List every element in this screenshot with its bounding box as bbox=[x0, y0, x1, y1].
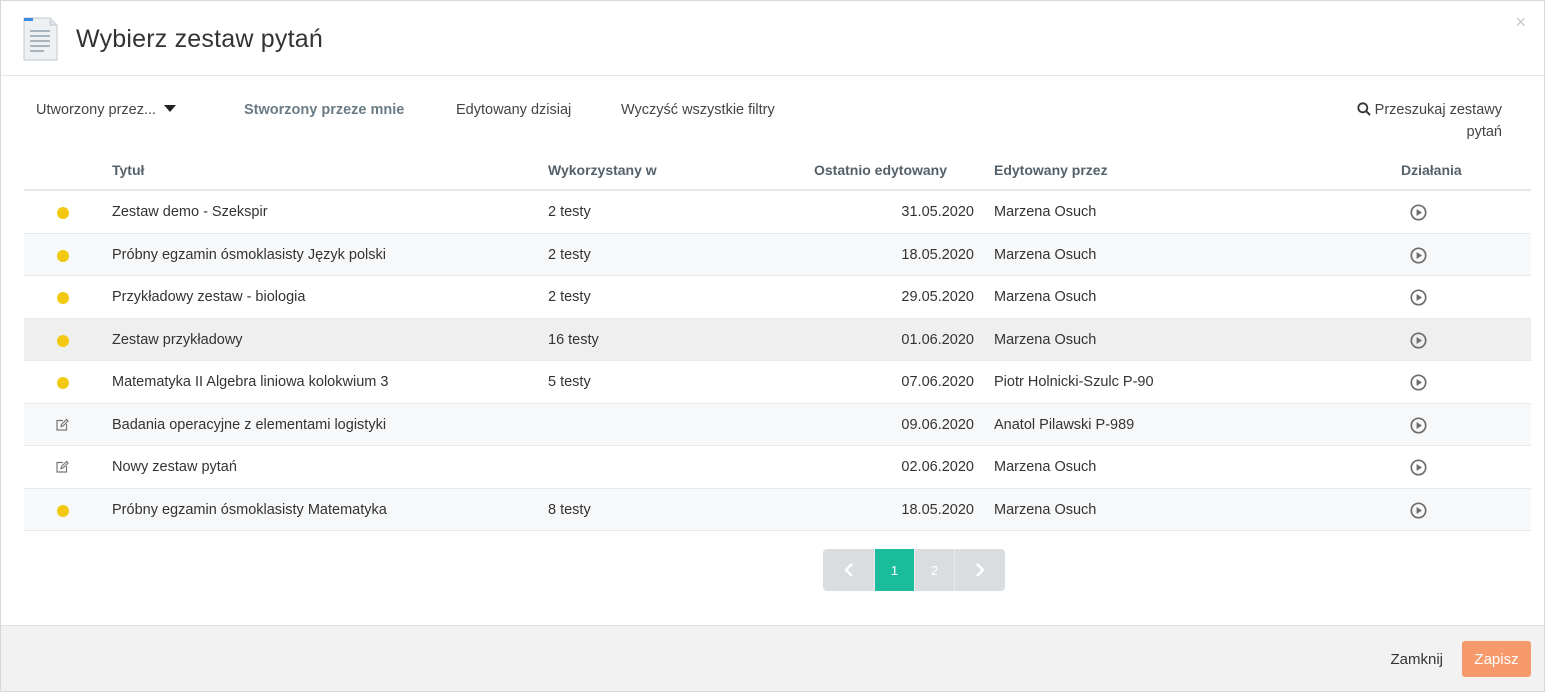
status-published-dot bbox=[57, 292, 69, 304]
created-by-dropdown[interactable]: Utworzony przez... bbox=[36, 102, 177, 118]
edit-icon bbox=[56, 418, 69, 431]
column-header-used-in[interactable]: Wykorzystany w bbox=[548, 162, 657, 178]
dialog-header: Wybierz zestaw pytań × bbox=[1, 1, 1544, 76]
row-used-in: 2 testy bbox=[548, 289, 591, 305]
row-last-edited: 18.05.2020 bbox=[901, 501, 974, 518]
row-used-in: 16 testy bbox=[548, 331, 599, 348]
pagination: 1 2 bbox=[823, 549, 1005, 591]
row-used-in: 2 testy bbox=[548, 246, 591, 263]
column-header-last-edited[interactable]: Ostatnio edytowany bbox=[814, 162, 947, 178]
row-used-in: 8 testy bbox=[548, 501, 591, 518]
row-used-in: 5 testy bbox=[548, 374, 591, 390]
row-last-edited: 02.06.2020 bbox=[901, 459, 974, 475]
play-circle-icon[interactable] bbox=[1410, 501, 1427, 519]
created-by-dropdown-label: Utworzony przez... bbox=[36, 102, 157, 118]
row-title: Zestaw przykładowy bbox=[112, 331, 243, 348]
column-header-actions: Działania bbox=[1401, 162, 1462, 178]
column-header-title[interactable]: Tytuł bbox=[112, 162, 144, 178]
row-edited-by: Anatol Pilawski P-989 bbox=[994, 416, 1135, 433]
clear-all-filters-link[interactable]: Wyczyść wszystkie filtry bbox=[621, 102, 775, 118]
document-icon bbox=[23, 17, 58, 61]
table-row[interactable]: Badania operacyjne z elementami logistyk… bbox=[24, 403, 1531, 446]
filter-created-by-me[interactable]: Stworzony przeze mnie bbox=[244, 102, 404, 118]
search-question-sets-link[interactable]: Przeszukaj zestawy pytań bbox=[1327, 99, 1502, 143]
table-header: Tytuł Wykorzystany w Ostatnio edytowany … bbox=[24, 149, 1531, 191]
status-published-dot bbox=[57, 377, 69, 389]
play-circle-icon[interactable] bbox=[1410, 331, 1427, 349]
row-edited-by: Marzena Osuch bbox=[994, 459, 1097, 475]
filter-bar: Utworzony przez... Stworzony przeze mnie… bbox=[1, 97, 1544, 147]
pagination-page-2[interactable]: 2 bbox=[915, 549, 955, 591]
play-circle-icon[interactable] bbox=[1410, 246, 1427, 264]
search-link-line2: pytań bbox=[1466, 124, 1502, 140]
table-row[interactable]: Zestaw demo - Szekspir 2 testy 31.05.2020 M… bbox=[24, 191, 1531, 234]
close-button[interactable]: Zamknij bbox=[1390, 651, 1443, 668]
status-published-dot bbox=[57, 504, 69, 517]
row-last-edited: 29.05.2020 bbox=[901, 289, 974, 305]
row-last-edited: 01.06.2020 bbox=[901, 331, 974, 348]
play-circle-icon[interactable] bbox=[1410, 289, 1427, 306]
row-title: Próbny egzamin ósmoklasisty Matematyka bbox=[112, 501, 387, 518]
question-sets-table: Tytuł Wykorzystany w Ostatnio edytowany … bbox=[24, 149, 1531, 531]
search-icon bbox=[1357, 102, 1371, 116]
row-edited-by: Marzena Osuch bbox=[994, 289, 1097, 305]
save-button[interactable]: Zapisz bbox=[1462, 641, 1531, 677]
table-body: Zestaw demo - Szekspir 2 testy 31.05.2020 M… bbox=[24, 191, 1531, 531]
row-title: Przykładowy zestaw - biologia bbox=[112, 289, 306, 305]
play-circle-icon[interactable] bbox=[1410, 204, 1427, 221]
table-row[interactable]: Próbny egzamin ósmoklasisty Język polski… bbox=[24, 233, 1531, 276]
caret-down-icon bbox=[164, 104, 177, 112]
row-edited-by: Marzena Osuch bbox=[994, 501, 1097, 518]
pagination-next-button[interactable] bbox=[955, 549, 1005, 591]
dialog-footer: Zamknij Zapisz bbox=[1, 625, 1544, 691]
table-row[interactable]: Matematyka II Algebra liniowa kolokwium … bbox=[24, 361, 1531, 404]
row-edited-by: Marzena Osuch bbox=[994, 246, 1097, 263]
search-link-line1: Przeszukaj zestawy bbox=[1374, 102, 1502, 118]
row-edited-by: Marzena Osuch bbox=[994, 331, 1097, 348]
row-last-edited: 31.05.2020 bbox=[901, 204, 974, 220]
table-row[interactable]: Nowy zestaw pytań 02.06.2020 Marzena Osuch bbox=[24, 446, 1531, 489]
pagination-page-1[interactable]: 1 bbox=[875, 549, 915, 591]
column-header-edited-by[interactable]: Edytowany przez bbox=[994, 162, 1108, 178]
edit-icon bbox=[56, 460, 69, 473]
dialog-title: Wybierz zestaw pytań bbox=[76, 25, 323, 53]
table-row[interactable]: Przykładowy zestaw - biologia 2 testy 29.0… bbox=[24, 276, 1531, 319]
status-published-dot bbox=[57, 334, 69, 347]
status-published-dot bbox=[57, 207, 69, 219]
row-title: Nowy zestaw pytań bbox=[112, 459, 237, 475]
row-title: Matematyka II Algebra liniowa kolokwium … bbox=[112, 374, 389, 390]
row-last-edited: 09.06.2020 bbox=[901, 416, 974, 433]
chevron-right-icon bbox=[976, 563, 985, 577]
chevron-left-icon bbox=[843, 563, 853, 577]
row-last-edited: 07.06.2020 bbox=[901, 374, 974, 390]
select-question-set-dialog: Wybierz zestaw pytań × Utworzony przez..… bbox=[0, 0, 1545, 692]
row-edited-by: Marzena Osuch bbox=[994, 204, 1097, 220]
table-row[interactable]: Zestaw przykładowy 16 testy 01.06.2020 Marz… bbox=[24, 318, 1531, 361]
filter-edited-today[interactable]: Edytowany dzisiaj bbox=[456, 102, 571, 118]
play-circle-icon[interactable] bbox=[1410, 374, 1427, 391]
row-edited-by: Piotr Holnicki-Szulc P-90 bbox=[994, 374, 1154, 390]
play-circle-icon[interactable] bbox=[1410, 416, 1427, 434]
status-published-dot bbox=[57, 249, 69, 262]
row-title: Zestaw demo - Szekspir bbox=[112, 204, 268, 220]
row-title: Próbny egzamin ósmoklasisty Język polski bbox=[112, 246, 386, 263]
close-icon[interactable]: × bbox=[1515, 13, 1526, 31]
row-used-in: 2 testy bbox=[548, 204, 591, 220]
row-last-edited: 18.05.2020 bbox=[901, 246, 974, 263]
table-row[interactable]: Próbny egzamin ósmoklasisty Matematyka 8 … bbox=[24, 488, 1531, 531]
row-title: Badania operacyjne z elementami logistyk… bbox=[112, 416, 387, 433]
pagination-prev-button[interactable] bbox=[823, 549, 875, 591]
play-circle-icon[interactable] bbox=[1410, 459, 1427, 476]
